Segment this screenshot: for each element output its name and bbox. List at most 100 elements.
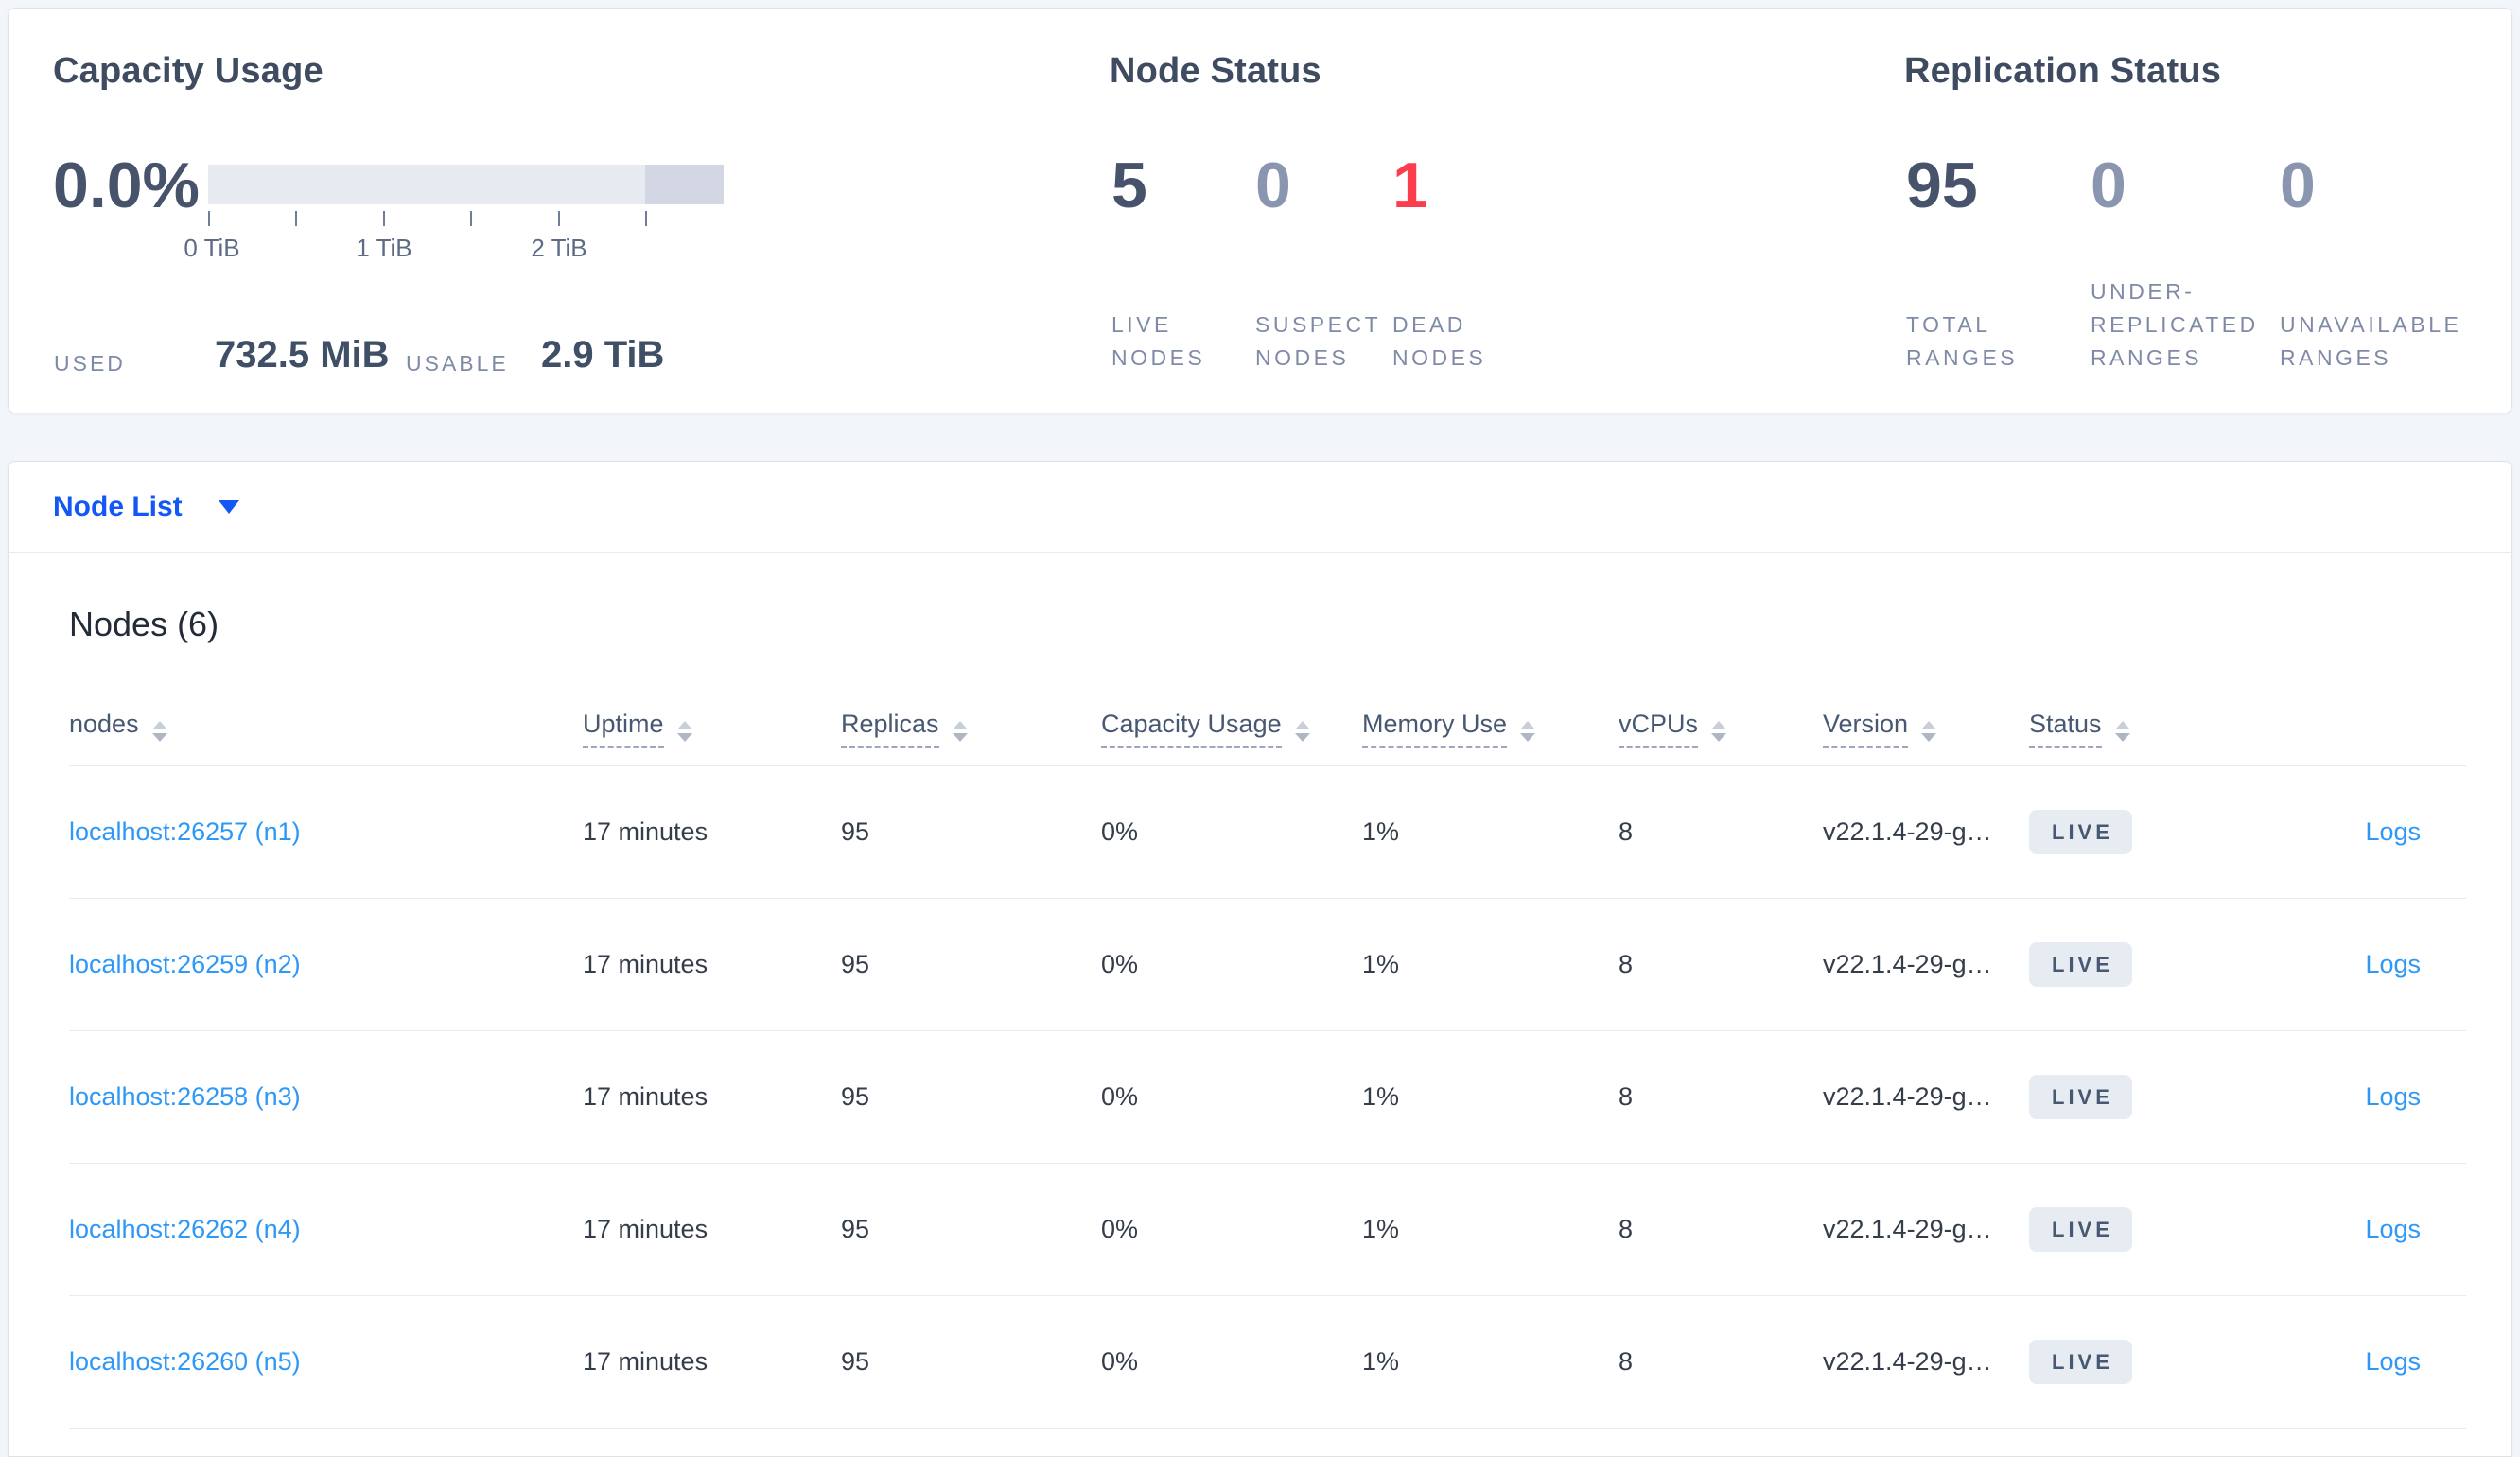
capacity-usage-bar: [208, 165, 724, 204]
sort-icon: [1520, 721, 1536, 742]
usable-label: USABLE: [406, 351, 509, 376]
nodes-table-header: nodes Uptime Replicas Capacity Usage Mem…: [69, 683, 2466, 766]
column-header-vcpus[interactable]: vCPUs: [1619, 710, 1823, 748]
memory-cell: 1%: [1362, 950, 1400, 978]
axis-tick: [383, 211, 385, 226]
node-status-title: Node Status: [1110, 51, 1321, 91]
chevron-down-icon: [218, 500, 239, 514]
node-list-dropdown[interactable]: Node List: [9, 462, 2511, 553]
capacity-cell: 0%: [1101, 1347, 1139, 1376]
axis-tick-label: 2 TiB: [531, 234, 587, 262]
total-ranges-label: TOTAL RANGES: [1906, 312, 2019, 370]
status-badge: LIVE: [2029, 942, 2132, 987]
cluster-summary-card: Capacity Usage 0.0% 0 TiB 1 TiB 2 TiB US…: [8, 8, 2512, 413]
axis-tick: [295, 211, 297, 226]
version-cell: v22.1.4-29-g…: [1823, 817, 1992, 846]
under-replicated-ranges-label: UNDER- REPLICATED RANGES: [2091, 279, 2259, 370]
logs-link[interactable]: Logs: [2365, 1082, 2421, 1111]
unavailable-ranges-label: UNAVAILABLE RANGES: [2280, 312, 2462, 370]
capacity-usage-title: Capacity Usage: [53, 51, 324, 91]
sort-icon: [1921, 721, 1937, 742]
memory-cell: 1%: [1362, 1347, 1400, 1376]
sort-icon: [676, 721, 692, 742]
table-row: localhost:26259 (n2) 17 minutes 95 0% 1%…: [69, 899, 2466, 1031]
uptime-cell: 17 minutes: [583, 1082, 709, 1111]
total-ranges-count: 95: [1906, 149, 1978, 221]
uptime-cell: 17 minutes: [583, 817, 709, 846]
axis-tick: [558, 211, 560, 226]
logs-link[interactable]: Logs: [2365, 1215, 2421, 1243]
node-link[interactable]: localhost:26257 (n1): [69, 817, 301, 846]
node-link[interactable]: localhost:26259 (n2): [69, 950, 301, 978]
table-row: localhost:26260 (n5) 17 minutes 95 0% 1%…: [69, 1296, 2466, 1429]
version-cell: v22.1.4-29-g…: [1823, 950, 1992, 978]
version-cell: v22.1.4-29-g…: [1823, 1215, 1992, 1243]
axis-tick: [470, 211, 472, 226]
uptime-cell: 17 minutes: [583, 950, 709, 978]
column-header-replicas[interactable]: Replicas: [841, 710, 1101, 748]
sort-icon: [151, 721, 167, 742]
capacity-cell: 0%: [1101, 1215, 1139, 1243]
node-list-dropdown-label: Node List: [53, 490, 183, 522]
replication-status-title: Replication Status: [1904, 51, 2222, 91]
column-header-status[interactable]: Status: [2029, 710, 2275, 748]
axis-tick-label: 0 TiB: [184, 234, 240, 262]
sort-icon: [952, 721, 968, 742]
vcpus-cell: 8: [1619, 950, 1634, 978]
logs-link[interactable]: Logs: [2365, 817, 2421, 846]
memory-cell: 1%: [1362, 1215, 1400, 1243]
column-header-capacity-usage[interactable]: Capacity Usage: [1101, 710, 1362, 748]
logs-link[interactable]: Logs: [2365, 1347, 2421, 1376]
column-header-nodes[interactable]: nodes: [69, 710, 583, 742]
version-cell: v22.1.4-29-g…: [1823, 1347, 1992, 1376]
sort-icon: [1294, 721, 1310, 742]
version-cell: v22.1.4-29-g…: [1823, 1082, 1992, 1111]
uptime-cell: 17 minutes: [583, 1347, 709, 1376]
capacity-used-percent: 0.0%: [53, 149, 200, 221]
suspect-nodes-label: SUSPECT NODES: [1255, 312, 1382, 370]
column-header-memory-use[interactable]: Memory Use: [1362, 710, 1619, 748]
axis-tick: [645, 211, 647, 226]
table-row: localhost:26262 (n4) 17 minutes 95 0% 1%…: [69, 1164, 2466, 1296]
replicas-cell: 95: [841, 950, 870, 978]
capacity-cell: 0%: [1101, 1082, 1139, 1111]
axis-tick: [208, 211, 210, 226]
replicas-cell: 95: [841, 1215, 870, 1243]
node-list-card: Node List Nodes (6) nodes Uptime Replica…: [8, 461, 2512, 1457]
used-value: 732.5 MiB: [215, 334, 390, 376]
status-badge: LIVE: [2029, 810, 2132, 854]
status-badge: LIVE: [2029, 1075, 2132, 1119]
live-nodes-count: 5: [1111, 149, 1147, 221]
usable-value: 2.9 TiB: [541, 334, 665, 376]
live-nodes-label: LIVE NODES: [1111, 312, 1206, 370]
dead-nodes-label: DEAD NODES: [1392, 312, 1487, 370]
suspect-nodes-count: 0: [1255, 149, 1291, 221]
replicas-cell: 95: [841, 1347, 870, 1376]
vcpus-cell: 8: [1619, 817, 1634, 846]
status-badge: LIVE: [2029, 1207, 2132, 1252]
replicas-cell: 95: [841, 1082, 870, 1111]
node-link[interactable]: localhost:26258 (n3): [69, 1082, 301, 1111]
status-badge: LIVE: [2029, 1340, 2132, 1384]
vcpus-cell: 8: [1619, 1347, 1634, 1376]
node-link[interactable]: localhost:26260 (n5): [69, 1347, 301, 1376]
under-replicated-ranges-count: 0: [2091, 149, 2126, 221]
sort-icon: [2114, 721, 2130, 742]
memory-cell: 1%: [1362, 1082, 1400, 1111]
sort-icon: [1711, 721, 1727, 742]
capacity-cell: 0%: [1101, 817, 1139, 846]
vcpus-cell: 8: [1619, 1082, 1634, 1111]
nodes-count-heading: Nodes (6): [69, 605, 219, 643]
table-row: localhost:26258 (n3) 17 minutes 95 0% 1%…: [69, 1031, 2466, 1164]
node-link[interactable]: localhost:26262 (n4): [69, 1215, 301, 1243]
column-header-version[interactable]: Version: [1823, 710, 2029, 748]
replicas-cell: 95: [841, 817, 870, 846]
table-row: localhost:26257 (n1) 17 minutes 95 0% 1%…: [69, 766, 2466, 899]
axis-tick-label: 1 TiB: [356, 234, 412, 262]
column-header-uptime[interactable]: Uptime: [583, 710, 841, 748]
memory-cell: 1%: [1362, 817, 1400, 846]
unavailable-ranges-count: 0: [2280, 149, 2316, 221]
logs-link[interactable]: Logs: [2365, 950, 2421, 978]
capacity-cell: 0%: [1101, 950, 1139, 978]
uptime-cell: 17 minutes: [583, 1215, 709, 1243]
